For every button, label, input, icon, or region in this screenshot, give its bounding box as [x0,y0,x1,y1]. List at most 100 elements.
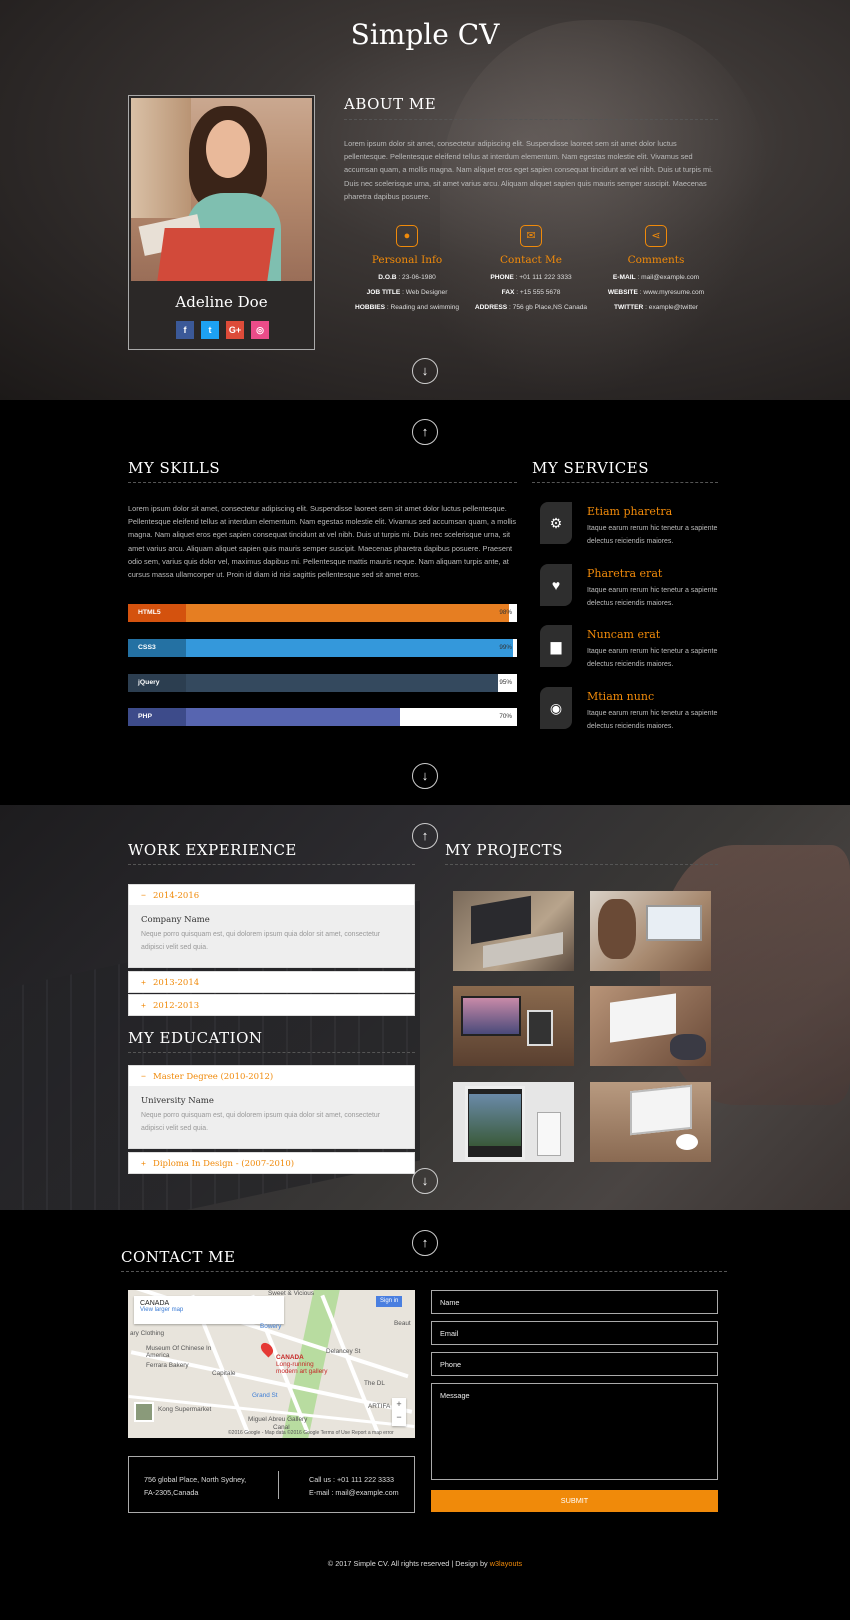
skill-percent: 98% [499,609,512,616]
info-phone: PHONE : +01 111 222 3333 [490,274,572,281]
address-box: 756 global Place, North Sydney, FA-2305,C… [128,1456,415,1513]
skills-title: MY SKILLS [128,459,517,483]
map-pin-sub: Long-running modern art gallery [276,1361,328,1375]
camera-icon: ◉ [540,687,572,729]
map-info-card: CANADA View larger map [134,1296,284,1324]
facebook-icon[interactable]: f [176,321,194,339]
info-hobbies: HOBBIES : Reading and swimming [354,304,460,311]
info-dob: D.O.B : 23-06-1980 [378,274,436,281]
education-accordion-closed[interactable]: + Diploma In Design - (2007-2010) [128,1152,415,1174]
skill-label: HTML5 [128,604,186,622]
accordion-header[interactable]: − Master Degree (2010-2012) [129,1066,414,1086]
view-larger-map-link[interactable]: View larger map [140,1307,278,1313]
footer-brand-link[interactable]: w3layouts [490,1559,522,1568]
map-label: Capitale [212,1370,236,1377]
service-title: Mtiam nunc [587,690,655,703]
map-sign-in-button[interactable]: Sign in [376,1296,403,1307]
project-thumbnail[interactable] [590,1082,711,1162]
university-name: University Name [141,1096,214,1106]
phone-field[interactable]: Phone [431,1352,718,1376]
skill-bar-html5: HTML5 98% [128,604,517,622]
email-field[interactable]: Email [431,1321,718,1345]
skill-bar-css3: CSS3 99% [128,639,517,657]
work-accordion-closed[interactable]: +2012-2013 [128,994,415,1016]
address-text: 756 global Place, North Sydney, FA-2305,C… [144,1475,247,1497]
personal-info-column: ● Personal Info D.O.B : 23-06-1980 JOB T… [337,225,477,311]
map-satellite-toggle[interactable] [134,1402,154,1422]
map-label: ary Clothing [130,1330,165,1337]
work-accordion-closed[interactable]: +2013-2014 [128,971,415,993]
services-title: MY SERVICES [532,459,718,483]
footer: © 2017 Simple CV. All rights reserved | … [0,1559,850,1568]
envelope-icon: ✉ [520,225,542,247]
project-thumbnail[interactable] [453,986,574,1066]
map-label: Delancey St [326,1348,361,1355]
accordion-header[interactable]: +2013-2014 [129,972,414,992]
map-attribution: ©2016 Google - Map data ©2016 Google Ter… [228,1430,394,1436]
comments-info-title: Comments [627,254,685,266]
map-label: Grand St [252,1392,278,1399]
submit-button[interactable]: SUBMIT [431,1490,718,1512]
service-desc: Itaque earum rerum hic tenetur a sapient… [587,587,718,607]
service-title: Nuncаm erat [587,628,661,641]
projects-title: MY PROJECTS [445,841,718,865]
company-name: Company Name [141,915,210,925]
share-icon: ⋖ [645,225,667,247]
scroll-down-button[interactable]: ↓ [412,763,438,789]
scroll-down-button[interactable]: ↓ [412,1168,438,1194]
map-label: The DL [364,1380,385,1387]
info-job-title: JOB TITLE : Web Designer [366,289,448,296]
accordion-header[interactable]: +2012-2013 [129,995,414,1015]
social-links: f t G+ ◎ [176,321,269,339]
map-zoom-controls[interactable]: + − [392,1398,406,1426]
accordion-desc: Neque porro quisquam est, qui dolorem ip… [141,931,380,951]
google-plus-icon[interactable]: G+ [226,321,244,339]
heart-icon: ♥ [540,564,572,606]
scroll-up-button[interactable]: ↑ [412,823,438,849]
skill-bar-jquery: jQuery 95% [128,674,517,692]
accordion-body: Company Name Neque porro quisquam est, q… [129,905,414,967]
message-field[interactable]: Message [431,1383,718,1480]
name-field[interactable]: Name [431,1290,718,1314]
service-desc: Itaque earum rerum hic tenetur a sapient… [587,710,718,730]
skills-text: Lorem ipsum dolor sit amet, consectetur … [128,504,517,580]
accordion-header[interactable]: + Diploma In Design - (2007-2010) [129,1153,414,1173]
site-title: Simple CV [350,18,500,51]
map-label: ARTIFA [368,1403,391,1410]
background-woman-photo [440,20,770,400]
accordion-desc: Neque porro quisquam est, qui dolorem ip… [141,1112,380,1132]
info-address: ADDRESS : 756 gb Place,NS Canada [474,304,588,311]
google-map[interactable]: CANADA View larger map Sign in Sweet & V… [128,1290,415,1438]
service-desc: Itaque earum rerum hic tenetur a sapient… [587,525,718,545]
service-desc: Itaque earum rerum hic tenetur a sapient… [587,648,718,668]
twitter-icon[interactable]: t [201,321,219,339]
map-label: Kong Supermarket [158,1406,212,1413]
map-place-name: CANADA [140,1300,170,1307]
info-website: WEBSITE : www.myresume.com [607,289,705,296]
hero-section: Simple CV Adeline Doe f t G+ ◎ ABOUT ME … [0,0,850,400]
profile-name: Adeline Doe [175,293,268,311]
divider [278,1471,279,1499]
info-email: E-MAIL : mail@example.com [612,274,700,281]
scroll-up-button[interactable]: ↑ [412,419,438,445]
footer-text: © 2017 Simple CV. All rights reserved | … [327,1559,490,1568]
project-thumbnail[interactable] [590,891,711,971]
map-label: Beaut [394,1320,411,1327]
map-pin-label: CANADA [276,1354,304,1361]
work-accordion-open: −2014-2016 Company Name Neque porro quis… [128,884,415,968]
contact-info-column: ✉ Contact Me PHONE : +01 111 222 3333 FA… [461,225,601,311]
map-label: Miguel Abreu Gallery [248,1416,308,1423]
bar-chart-icon: ▆ [540,625,572,667]
skill-label: PHP [128,708,186,726]
accordion-header[interactable]: −2014-2016 [129,885,414,905]
personal-info-title: Personal Info [371,254,443,266]
project-thumbnail[interactable] [590,986,711,1066]
education-title: MY EDUCATION [128,1029,415,1053]
service-title: Etiam pharetra [587,505,673,518]
profile-photo [131,98,312,281]
map-label: Sweet & Vicious [268,1290,315,1297]
project-thumbnail[interactable] [453,1082,574,1162]
dribbble-icon[interactable]: ◎ [251,321,269,339]
scroll-down-button[interactable]: ↓ [412,358,438,384]
project-thumbnail[interactable] [453,891,574,971]
